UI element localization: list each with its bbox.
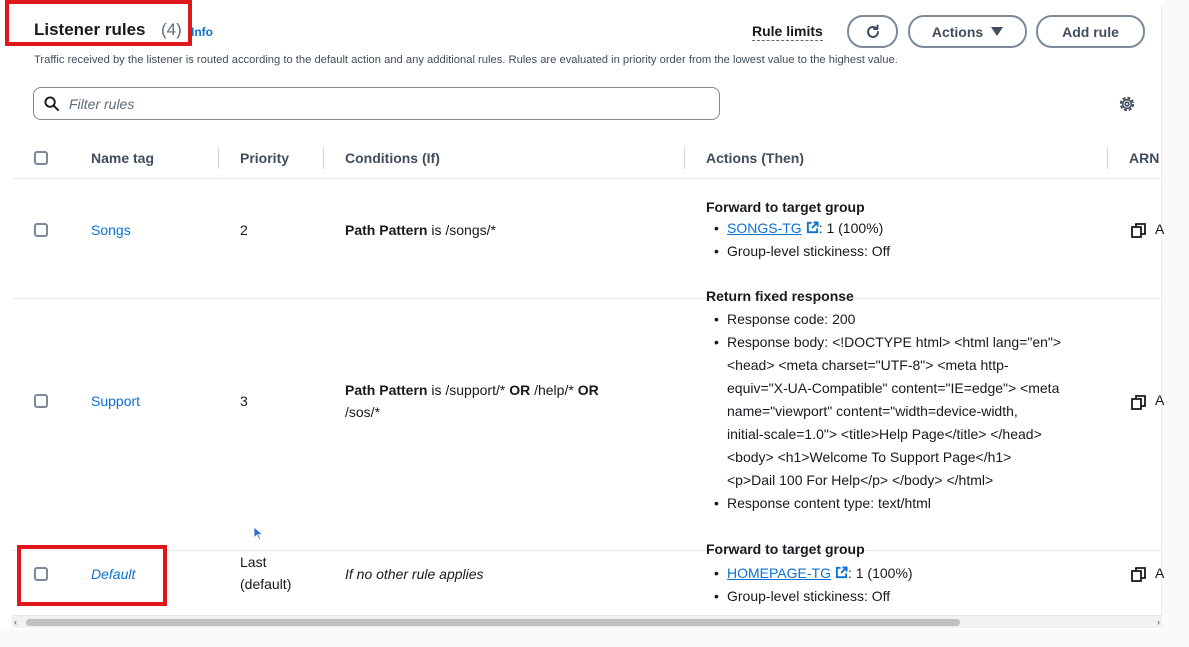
arn-value: A xyxy=(1155,221,1165,237)
page-right-margin xyxy=(1162,0,1189,647)
select-all-checkbox[interactable] xyxy=(34,151,48,165)
response-body-line: equiv="X-UA-Compatible" content="IE=edge… xyxy=(727,380,1060,396)
target-group-link[interactable]: SONGS-TG xyxy=(727,220,802,236)
page-bottom-margin xyxy=(0,630,1189,647)
row-divider xyxy=(12,550,1162,551)
target-weight: : 1 (100%) xyxy=(847,565,913,581)
scroll-left-icon[interactable]: ‹ xyxy=(14,616,17,628)
action-details: HOMEPAGE-TG : 1 (100%) Group-level sticki… xyxy=(714,562,913,608)
condition-value: /help/* xyxy=(534,382,574,398)
stickiness-item: Group-level stickiness: Off xyxy=(714,585,913,608)
response-body-line: name="viewport" content="width=device-wi… xyxy=(727,403,1018,419)
rule-condition: If no other rule applies xyxy=(345,566,484,582)
table-header-divider xyxy=(12,178,1162,179)
column-divider[interactable] xyxy=(323,147,324,169)
copy-icon[interactable] xyxy=(1131,395,1146,410)
rule-name-link[interactable]: Songs xyxy=(91,219,131,241)
refresh-icon xyxy=(866,24,879,38)
condition-field: Path Pattern xyxy=(345,382,428,398)
external-link-icon[interactable] xyxy=(806,221,819,234)
column-header-arn[interactable]: ARN xyxy=(1129,150,1159,166)
arn-value: A xyxy=(1155,392,1165,408)
highlight-box-title xyxy=(5,0,192,46)
rule-limits-link[interactable]: Rule limits xyxy=(752,23,823,41)
filter-input[interactable]: Filter rules xyxy=(33,87,720,120)
priority-line: (default) xyxy=(240,576,292,592)
column-header-actions[interactable]: Actions (Then) xyxy=(706,150,804,166)
column-divider[interactable] xyxy=(218,147,219,169)
target-group-item: HOMEPAGE-TG : 1 (100%) xyxy=(714,562,913,585)
column-divider[interactable] xyxy=(1107,147,1108,169)
column-header-name-tag[interactable]: Name tag xyxy=(91,150,154,166)
copy-icon[interactable] xyxy=(1131,567,1146,582)
column-divider[interactable] xyxy=(684,147,685,169)
refresh-button[interactable] xyxy=(847,15,898,48)
add-rule-button[interactable]: Add rule xyxy=(1036,15,1145,48)
target-group-item: SONGS-TG : 1 (100%) xyxy=(714,217,890,240)
action-details: SONGS-TG : 1 (100%) Group-level stickines… xyxy=(714,217,890,263)
filter-placeholder: Filter rules xyxy=(69,95,135,112)
priority-line: Last xyxy=(240,554,267,570)
condition-value: /support/* xyxy=(445,382,506,398)
mouse-cursor-icon xyxy=(254,527,263,540)
response-code-item: Response code: 200 xyxy=(714,308,1061,331)
condition-or: OR xyxy=(509,382,531,398)
caret-down-icon xyxy=(991,27,1004,36)
rule-priority: 3 xyxy=(240,393,248,409)
action-details: Response code: 200 Response body: <!DOCT… xyxy=(714,308,1061,515)
rule-condition: Path Pattern is /support/* OR /help/* OR… xyxy=(345,379,655,423)
search-icon xyxy=(44,96,59,111)
copy-icon[interactable] xyxy=(1131,223,1146,238)
actions-label: Actions xyxy=(931,23,984,40)
scroll-right-icon[interactable]: › xyxy=(1157,616,1160,628)
response-body-line: <p>Dail 100 For Help</p> </body> </html> xyxy=(727,472,994,488)
row-checkbox[interactable] xyxy=(34,223,48,237)
action-title: Forward to target group xyxy=(706,199,865,215)
condition-field: Path Pattern xyxy=(345,222,428,238)
column-header-conditions[interactable]: Conditions (If) xyxy=(345,150,440,166)
scrollbar-thumb[interactable] xyxy=(26,619,960,626)
rule-name-link[interactable]: Support xyxy=(91,390,140,412)
horizontal-scrollbar[interactable]: ‹ › xyxy=(12,615,1162,628)
external-link-icon[interactable] xyxy=(835,566,848,579)
condition-value: /sos/* xyxy=(345,404,381,420)
stickiness-item: Group-level stickiness: Off xyxy=(714,240,890,263)
rule-priority: Last (default) xyxy=(240,551,291,595)
gear-icon[interactable] xyxy=(1118,95,1136,113)
column-header-priority[interactable]: Priority xyxy=(240,150,289,166)
header-description: Traffic received by the listener is rout… xyxy=(34,54,898,66)
condition-value: /songs/* xyxy=(445,222,496,238)
response-body-line: initial-scale=1.0"> <title>Help Page</ti… xyxy=(727,426,1042,442)
arn-value: A xyxy=(1155,565,1165,581)
target-weight: : 1 (100%) xyxy=(818,220,884,236)
condition-operator: is xyxy=(431,222,442,238)
row-divider xyxy=(12,298,1162,299)
rule-priority: 2 xyxy=(240,222,248,238)
response-body-line: <body> <h1>Welcome To Support Page</h1> xyxy=(727,449,1012,465)
target-group-link[interactable]: HOMEPAGE-TG xyxy=(727,565,831,581)
response-body-item: Response body: <!DOCTYPE html> <html lan… xyxy=(714,331,1061,492)
response-body-line: <head> <meta charset="UTF-8"> <meta http… xyxy=(727,357,1009,373)
action-title: Return fixed response xyxy=(706,288,854,304)
condition-or: OR xyxy=(577,382,599,398)
row-checkbox[interactable] xyxy=(34,394,48,408)
actions-dropdown-button[interactable]: Actions xyxy=(908,15,1027,48)
condition-operator: is xyxy=(431,382,442,398)
rule-condition: Path Pattern is /songs/* xyxy=(345,219,496,241)
highlight-box-default xyxy=(17,545,167,606)
response-body-line: Response body: <!DOCTYPE html> <html lan… xyxy=(727,334,1062,350)
info-link[interactable]: Info xyxy=(191,25,213,39)
content-type-item: Response content type: text/html xyxy=(714,492,1061,515)
action-title: Forward to target group xyxy=(706,541,865,557)
